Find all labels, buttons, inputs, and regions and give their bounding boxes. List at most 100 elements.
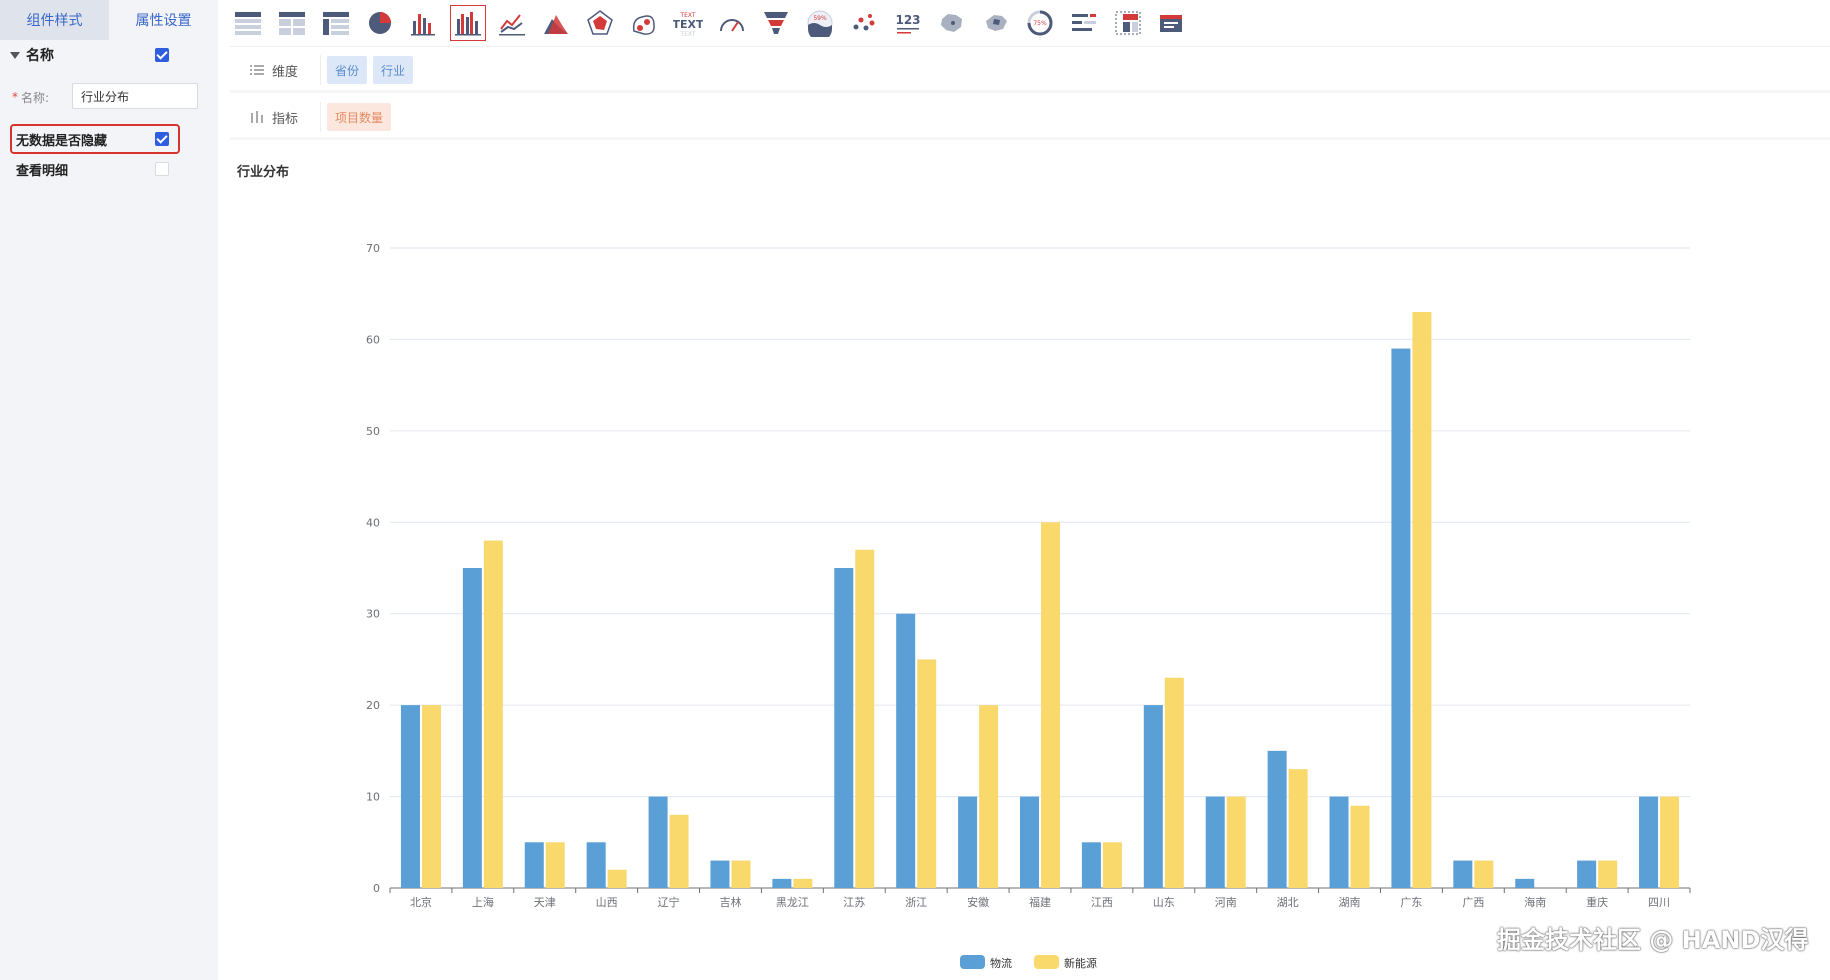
x-tick-label: 辽宁 <box>658 895 680 909</box>
legend-swatch <box>960 955 985 969</box>
bar <box>1577 860 1597 888</box>
funnel-icon[interactable] <box>758 5 794 41</box>
bar <box>1143 705 1163 888</box>
bar <box>1515 878 1535 888</box>
bar <box>896 613 916 888</box>
map-icon[interactable] <box>978 5 1014 41</box>
pivot-table-icon[interactable] <box>318 5 354 41</box>
tab-component-style[interactable]: 组件样式 <box>0 0 109 40</box>
x-tick-label: 上海 <box>472 895 494 909</box>
text-icon[interactable]: TEXT TEXT TEXT <box>670 5 706 41</box>
bar <box>1391 348 1411 888</box>
x-tick-label: 广东 <box>1400 896 1422 909</box>
name-input[interactable] <box>72 83 198 109</box>
bar <box>1329 796 1349 888</box>
table-icon[interactable] <box>230 5 266 41</box>
x-tick-label: 重庆 <box>1586 895 1608 909</box>
pie-chart-icon[interactable] <box>362 5 398 41</box>
bar <box>1226 796 1246 888</box>
x-tick-label: 山东 <box>1153 896 1175 909</box>
y-tick-label: 20 <box>366 699 380 712</box>
name-section-checkbox[interactable] <box>155 48 169 62</box>
measure-pill-project-count[interactable]: 项目数量 <box>327 103 392 131</box>
dimension-pill-province[interactable]: 省份 <box>327 56 368 84</box>
bars <box>400 312 1680 888</box>
svg-text:TEXT: TEXT <box>673 18 703 31</box>
bar <box>1205 796 1225 888</box>
x-tick-label: 河南 <box>1215 896 1237 909</box>
legend-swatch <box>1034 955 1059 969</box>
y-tick-label: 70 <box>366 242 380 255</box>
list-icon <box>250 65 264 75</box>
measure-label: 指标 <box>272 111 299 127</box>
china-map-icon[interactable] <box>934 5 970 41</box>
bar <box>669 814 689 888</box>
bar <box>1412 312 1432 888</box>
line-chart-icon[interactable] <box>494 5 530 41</box>
scatter-icon[interactable] <box>846 5 882 41</box>
hide-empty-option[interactable]: 无数据是否隐藏 <box>10 124 180 154</box>
bar <box>1453 860 1473 888</box>
matrix-icon[interactable] <box>1110 5 1146 41</box>
bar <box>834 568 854 888</box>
caret-down-icon[interactable] <box>10 51 20 59</box>
liquid-fill-icon[interactable]: 59% <box>802 5 838 41</box>
name-section-header[interactable]: 名称 <box>0 40 218 70</box>
bar <box>1474 860 1494 888</box>
x-tick-label: 黑龙江 <box>776 896 809 909</box>
y-tick-label: 40 <box>366 516 380 529</box>
x-axis: 北京 上海 天津 山西 辽宁 吉林 黑龙江 江苏 浙江 安徽 福建 江西 山东 河南 湖北 湖南 广东 广西 海南 重… <box>389 888 1691 909</box>
bar <box>1350 805 1370 888</box>
y-tick-label: 60 <box>366 333 380 346</box>
svg-text:TEXT: TEXT <box>679 31 695 37</box>
dimension-pill-industry[interactable]: 行业 <box>373 56 414 84</box>
bar <box>483 540 503 888</box>
bar <box>1102 842 1122 888</box>
radar-chart-icon[interactable] <box>582 5 618 41</box>
x-tick-label: 广西 <box>1462 896 1484 909</box>
x-tick-label: 湖南 <box>1339 896 1361 909</box>
left-panel: 组件样式 属性设置 名称 * 名称: 无数据是否隐藏 查看明细 <box>0 0 218 980</box>
bar-list-icon[interactable] <box>1066 5 1102 41</box>
area-chart-icon[interactable] <box>538 5 574 41</box>
svg-text:123: 123 <box>895 13 920 27</box>
bar <box>1660 796 1680 888</box>
bar <box>772 878 792 888</box>
y-tick-label: 50 <box>366 425 380 438</box>
table-header-icon[interactable] <box>274 5 310 41</box>
bubble-chart-icon[interactable] <box>626 5 662 41</box>
x-tick-label: 福建 <box>1029 895 1051 909</box>
tab-property-settings[interactable]: 属性设置 <box>109 0 218 40</box>
bar <box>855 549 875 888</box>
legend-label: 物流 <box>990 956 1012 970</box>
bar <box>586 842 606 888</box>
svg-text:59%: 59% <box>813 15 827 22</box>
bar-chart: 行业分布 0 10 20 30 40 50 60 70 北京 上海 天津 山西 辽宁 吉林 黑龙江 江苏 浙江… <box>236 164 1691 970</box>
x-tick-label: 四川 <box>1648 896 1670 909</box>
measure-icon <box>251 111 263 123</box>
gauge-icon[interactable] <box>714 5 750 41</box>
legend: 物流 新能源 <box>960 955 1097 970</box>
card-icon[interactable] <box>1154 5 1190 41</box>
view-detail-option[interactable]: 查看明细 <box>0 154 218 184</box>
bar <box>462 568 482 888</box>
hide-empty-label: 无数据是否隐藏 <box>16 133 108 149</box>
bar <box>710 860 730 888</box>
x-tick-label: 浙江 <box>905 896 927 909</box>
bar <box>917 659 937 888</box>
watermark: 掘金技术社区 @ HAND汉得 <box>1497 926 1809 954</box>
grouped-bar-chart-icon[interactable] <box>450 5 486 41</box>
bar <box>1164 677 1184 888</box>
view-detail-checkbox[interactable] <box>155 162 169 176</box>
y-tick-label: 0 <box>373 882 380 895</box>
bar-chart-icon[interactable] <box>406 5 442 41</box>
bar <box>793 878 813 888</box>
x-tick-label: 江苏 <box>843 896 865 909</box>
number-card-icon[interactable]: 123 <box>890 5 926 41</box>
dimension-label: 维度 <box>272 64 299 80</box>
grid-lines <box>390 247 1690 889</box>
x-tick-label: 山西 <box>596 896 618 909</box>
hide-empty-checkbox[interactable] <box>155 132 169 146</box>
dimension-shelf: 维度 省份 行业 <box>230 50 1830 93</box>
progress-ring-icon[interactable]: 75% <box>1022 5 1058 41</box>
